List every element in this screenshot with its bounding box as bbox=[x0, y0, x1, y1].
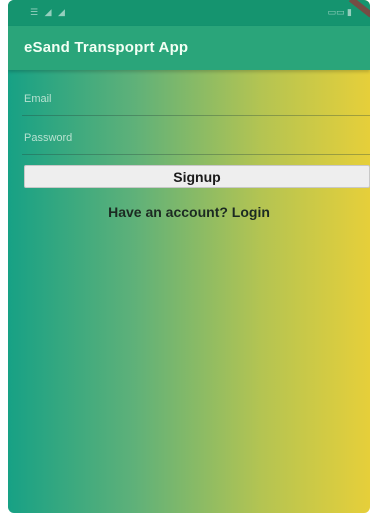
email-field[interactable] bbox=[22, 82, 370, 116]
app-title: eSand Transpoprt App bbox=[24, 39, 189, 56]
signup-button[interactable]: Signup bbox=[24, 165, 370, 188]
password-field[interactable] bbox=[22, 121, 370, 155]
debug-banner-icon bbox=[348, 0, 370, 18]
login-link[interactable]: Have an account? Login bbox=[8, 204, 370, 220]
app-bar: eSand Transpoprt App bbox=[8, 26, 370, 70]
status-bar: ☰ ◢ ◢ ▭▭ ▮ bbox=[8, 0, 370, 26]
signal-icons: ☰ ◢ ◢ bbox=[30, 7, 67, 17]
battery-icons: ▭▭ ▮ bbox=[327, 7, 352, 17]
app-screen: ☰ ◢ ◢ ▭▭ ▮ eSand Transpoprt App Signup H… bbox=[8, 0, 370, 513]
